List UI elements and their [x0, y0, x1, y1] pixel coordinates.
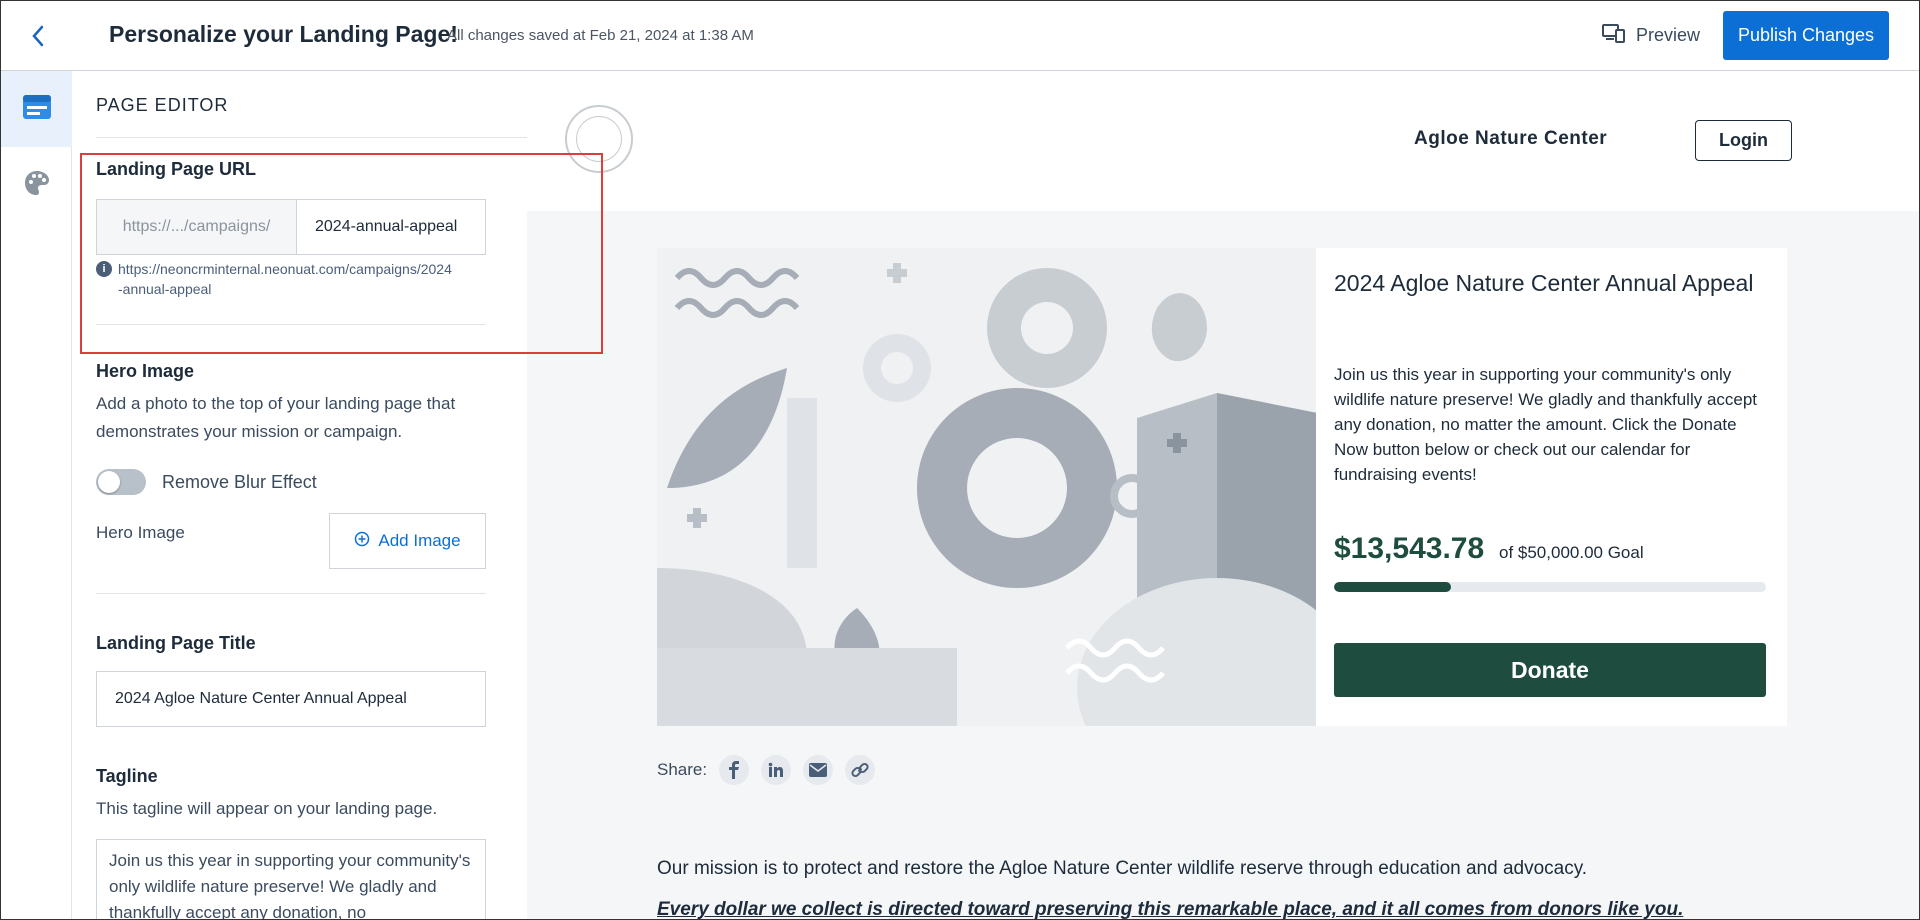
publish-changes-button[interactable]: Publish Changes	[1723, 11, 1889, 60]
goal-text: of $50,000.00 Goal	[1499, 543, 1644, 562]
url-prefix: https://.../campaigns/	[97, 200, 297, 254]
progress-fill	[1334, 582, 1451, 592]
back-arrow-icon[interactable]	[23, 21, 53, 51]
progress-bar	[1334, 582, 1766, 592]
tagline-textarea[interactable]: Join us this year in supporting your com…	[96, 839, 486, 919]
blur-toggle-switch[interactable]	[96, 469, 146, 495]
app-window: Personalize your Landing Page! All chang…	[0, 0, 1920, 920]
landing-page-preview: Agloe Nature Center Login 2024 Agloe Nat…	[527, 71, 1919, 920]
toggle-knob	[98, 471, 120, 493]
campaign-title: 2024 Agloe Nature Center Annual Appeal	[1334, 270, 1754, 296]
share-label: Share:	[657, 760, 708, 779]
campaign-card: 2024 Agloe Nature Center Annual Appeal J…	[657, 248, 1787, 726]
rail-item-theme[interactable]	[1, 147, 72, 223]
amount-raised: $13,543.78	[1334, 532, 1485, 565]
full-url-hint: i https://neoncrminternal.neonuat.com/ca…	[96, 259, 486, 299]
donate-button[interactable]: Donate	[1334, 643, 1766, 697]
full-url-line1: https://neoncrminternal.neonuat.com/camp…	[118, 261, 452, 277]
url-field: https://.../campaigns/ 2024-annual-appea…	[96, 199, 486, 255]
save-status: All changes saved at Feb 21, 2024 at 1:3…	[447, 27, 754, 44]
page-layout-icon	[22, 94, 52, 125]
preview-button[interactable]: Preview	[1602, 23, 1700, 48]
org-logo	[565, 105, 633, 173]
editor-heading: PAGE EDITOR	[96, 95, 229, 115]
org-name: Agloe Nature Center	[1414, 128, 1608, 149]
tagline-description: This tagline will appear on your landing…	[96, 799, 438, 818]
blur-toggle-row: Remove Blur Effect	[96, 469, 317, 495]
palette-icon	[24, 170, 50, 201]
preview-label: Preview	[1636, 25, 1701, 45]
title-section-label: Landing Page Title	[96, 633, 256, 653]
divider	[96, 593, 486, 594]
hero-section-label: Hero Image	[96, 361, 195, 381]
devices-icon	[1602, 23, 1626, 48]
plus-circle-icon	[354, 531, 370, 552]
divider	[96, 137, 527, 138]
link-icon[interactable]	[845, 755, 876, 785]
landing-title-input[interactable]: 2024 Agloe Nature Center Annual Appeal	[96, 671, 486, 727]
site-header: Agloe Nature Center Login	[527, 71, 1919, 211]
url-slug-input[interactable]: 2024-annual-appeal	[297, 200, 485, 254]
page-title: Personalize your Landing Page!	[109, 21, 458, 47]
page-editor-panel: PAGE EDITOR Landing Page URL https://...…	[72, 71, 527, 919]
add-image-label: Add Image	[378, 531, 461, 550]
email-icon[interactable]	[803, 755, 834, 785]
tagline-section-label: Tagline	[96, 766, 158, 786]
add-image-button[interactable]: Add Image	[329, 513, 486, 569]
url-section-label: Landing Page URL	[96, 159, 257, 179]
top-bar: Personalize your Landing Page! All chang…	[1, 1, 1919, 71]
info-icon: i	[96, 261, 112, 277]
left-rail	[1, 71, 72, 919]
campaign-info: 2024 Agloe Nature Center Annual Appeal J…	[1334, 248, 1774, 726]
facebook-icon[interactable]	[719, 755, 750, 785]
emphasis-statement: Every dollar we collect is directed towa…	[657, 899, 1684, 920]
share-row: Share:	[657, 755, 876, 785]
divider	[96, 324, 486, 325]
blur-toggle-label: Remove Blur Effect	[162, 471, 317, 492]
hero-image	[657, 248, 1316, 726]
mission-statement: Our mission is to protect and restore th…	[657, 858, 1588, 879]
hero-description: Add a photo to the top of your landing p…	[96, 394, 456, 441]
linkedin-icon[interactable]	[761, 755, 792, 785]
full-url-line2: -annual-appeal	[118, 281, 212, 297]
rail-item-page-editor[interactable]	[1, 71, 72, 147]
campaign-tagline: Join us this year in supporting your com…	[1334, 365, 1758, 484]
login-button[interactable]: Login	[1695, 120, 1792, 161]
